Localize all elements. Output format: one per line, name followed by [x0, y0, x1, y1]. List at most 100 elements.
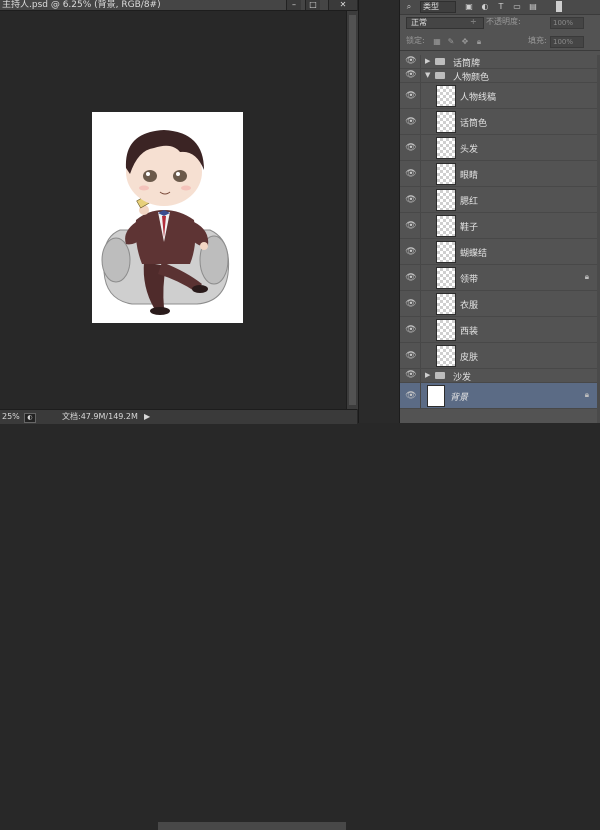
layer-thumbnail: [436, 111, 456, 133]
layer-name: 蝴蝶结: [460, 249, 488, 259]
document-tab[interactable]: 主持人.psd @ 6.25% (背景, RGB/8#) – □ ✕: [0, 0, 357, 11]
layer-name: 西装: [460, 327, 479, 337]
expand-triangle-icon[interactable]: ▶: [425, 57, 430, 65]
folder-icon: [435, 372, 445, 379]
vertical-scrollbar[interactable]: [346, 11, 358, 409]
divider: [420, 135, 421, 160]
layer-group-row[interactable]: 👁︎ ▶ 沙发: [400, 369, 600, 383]
layer-row[interactable]: 👁︎ 眼睛: [400, 161, 600, 187]
horizontal-scrollbar[interactable]: [158, 822, 346, 830]
lock-label: 锁定:: [406, 36, 425, 45]
lock-row: 锁定: ▦ ✎ ✥ 🔒︎ 填充: 100%: [400, 32, 600, 51]
layer-thumbnail: [436, 241, 456, 263]
layer-group-row[interactable]: 👁︎ ▶ 话筒牌: [400, 55, 600, 69]
lock-all-icon[interactable]: 🔒︎: [474, 37, 484, 46]
divider: [420, 83, 421, 108]
type-filter-icon[interactable]: T: [496, 2, 506, 11]
layer-row[interactable]: 👁︎ 腮红: [400, 187, 600, 213]
divider: [420, 109, 421, 134]
visibility-eye-icon[interactable]: 👁︎: [404, 116, 418, 128]
layer-row[interactable]: 👁︎ 领带 🔒︎: [400, 265, 600, 291]
pixel-filter-icon[interactable]: ▣: [464, 2, 474, 11]
document-canvas[interactable]: [92, 112, 243, 323]
collapse-triangle-icon[interactable]: ▼: [425, 71, 430, 79]
zoom-level[interactable]: 25%: [2, 410, 20, 424]
close-button[interactable]: ✕: [328, 0, 357, 10]
filter-kind-select[interactable]: 类型: [420, 1, 456, 13]
status-menu-arrow-icon[interactable]: ▶: [144, 410, 150, 424]
layer-thumbnail: [436, 85, 456, 107]
layer-thumbnail: [427, 385, 445, 407]
search-filter-icon[interactable]: ⌕: [404, 2, 414, 11]
layer-row[interactable]: 👁︎ 人物线稿: [400, 83, 600, 109]
layer-name: 头发: [460, 145, 479, 155]
visibility-eye-icon[interactable]: 👁︎: [404, 142, 418, 154]
filter-toggle-icon[interactable]: [556, 1, 562, 12]
divider: [420, 161, 421, 186]
expand-triangle-icon[interactable]: ▶: [425, 371, 430, 379]
divider: [420, 187, 421, 212]
visibility-eye-icon[interactable]: 👁︎: [404, 298, 418, 310]
divider: [420, 55, 421, 68]
divider: [420, 213, 421, 238]
opacity-input[interactable]: 100%: [550, 17, 584, 29]
layers-list: 👁︎ ▶ 话筒牌 👁︎ ▼ 人物颜色 👁︎ 人物线稿 👁︎ 话筒色 👁︎ 头发 …: [400, 55, 600, 423]
canvas-area[interactable]: [0, 11, 346, 409]
lock-position-icon[interactable]: ✥: [460, 37, 470, 46]
layer-name: 话筒色: [460, 119, 488, 129]
maximize-button[interactable]: □: [305, 0, 320, 10]
fill-label: 填充:: [528, 36, 547, 45]
visibility-eye-icon[interactable]: 👁︎: [404, 69, 418, 81]
layer-name: 鞋子: [460, 223, 479, 233]
divider: [420, 343, 421, 368]
adjustment-filter-icon[interactable]: ◐: [480, 2, 490, 11]
zoom-menu-icon[interactable]: ◐: [24, 413, 36, 423]
visibility-eye-icon[interactable]: 👁︎: [404, 246, 418, 258]
layer-group-row[interactable]: 👁︎ ▼ 人物颜色: [400, 69, 600, 83]
document-size-info: 文档:47.9M/149.2M: [62, 412, 138, 421]
layer-thumbnail: [436, 163, 456, 185]
layer-name: 衣服: [460, 301, 479, 311]
visibility-eye-icon[interactable]: 👁︎: [404, 390, 418, 402]
visibility-eye-icon[interactable]: 👁︎: [404, 194, 418, 206]
layer-row[interactable]: 👁︎ 西装: [400, 317, 600, 343]
visibility-eye-icon[interactable]: 👁︎: [404, 324, 418, 336]
layer-row-selected[interactable]: 👁︎ 背景 🔒︎: [400, 383, 600, 409]
minimize-button[interactable]: –: [286, 0, 301, 10]
layer-name: 领带: [460, 275, 479, 285]
divider: [420, 383, 421, 408]
chibi-host-illustration: [101, 130, 230, 315]
blend-dropdown-icon[interactable]: ÷: [470, 16, 477, 28]
collapsed-panel-dock: [358, 0, 399, 423]
visibility-eye-icon[interactable]: 👁︎: [404, 350, 418, 362]
layer-row[interactable]: 👁︎ 蝴蝶结: [400, 239, 600, 265]
layers-panel: ⌕ 类型 ▣ ◐ T ▭ ▤ 正常 ÷ 不透明度: 100% 锁定: ▦ ✎ ✥…: [399, 0, 600, 423]
layer-filter-row: ⌕ 类型 ▣ ◐ T ▭ ▤: [400, 0, 600, 15]
layer-thumbnail: [436, 137, 456, 159]
layer-thumbnail: [436, 215, 456, 237]
shape-filter-icon[interactable]: ▭: [512, 2, 522, 11]
layer-row[interactable]: 👁︎ 衣服: [400, 291, 600, 317]
visibility-eye-icon[interactable]: 👁︎: [404, 90, 418, 102]
layer-row[interactable]: 👁︎ 皮肤: [400, 343, 600, 369]
divider: [420, 239, 421, 264]
layer-row[interactable]: 👁︎ 头发: [400, 135, 600, 161]
visibility-eye-icon[interactable]: 👁︎: [404, 55, 418, 67]
lock-image-icon[interactable]: ✎: [446, 37, 456, 46]
document-title: 主持人.psd @ 6.25% (背景, RGB/8#): [2, 0, 161, 10]
status-bar: 25% ◐ 文档:47.9M/149.2M ▶: [0, 409, 357, 830]
layer-name: 背景: [450, 393, 469, 403]
lock-transparent-icon[interactable]: ▦: [432, 37, 442, 46]
layer-row[interactable]: 👁︎ 鞋子: [400, 213, 600, 239]
scrollbar-thumb[interactable]: [349, 15, 356, 405]
layer-thumbnail: [436, 293, 456, 315]
visibility-eye-icon[interactable]: 👁︎: [404, 369, 418, 381]
smart-object-filter-icon[interactable]: ▤: [528, 2, 538, 11]
visibility-eye-icon[interactable]: 👁︎: [404, 168, 418, 180]
visibility-eye-icon[interactable]: 👁︎: [404, 220, 418, 232]
divider: [420, 369, 421, 382]
layer-row[interactable]: 👁︎ 话筒色: [400, 109, 600, 135]
divider: [420, 69, 421, 82]
visibility-eye-icon[interactable]: 👁︎: [404, 272, 418, 284]
fill-input[interactable]: 100%: [550, 36, 584, 48]
